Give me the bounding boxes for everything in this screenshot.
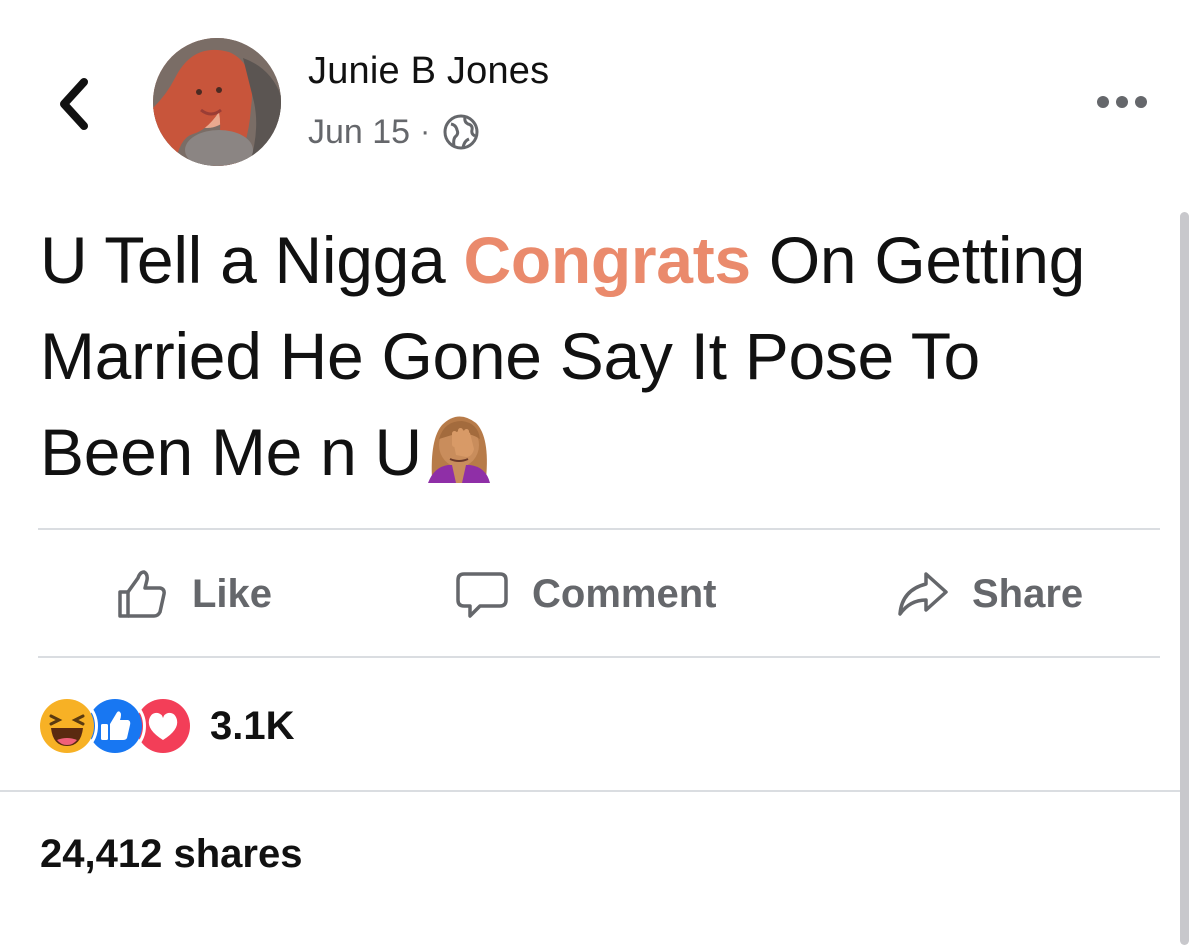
post-page: Junie B Jones Jun 15 · U Tell a Nigga Co…	[0, 0, 1199, 945]
post-date[interactable]: Jun 15	[308, 113, 410, 152]
post-text-highlight: Congrats	[463, 223, 752, 297]
woman-facepalming-icon	[427, 416, 490, 483]
like-button[interactable]: Like	[114, 532, 272, 656]
comment-icon	[456, 572, 508, 618]
comment-button[interactable]: Comment	[454, 532, 716, 656]
back-button[interactable]	[52, 76, 96, 132]
post-meta: Jun 15 ·	[308, 110, 480, 154]
chevron-left-icon	[60, 78, 88, 130]
more-options-button[interactable]	[1092, 88, 1152, 116]
divider-bottom	[38, 656, 1160, 658]
shares-count[interactable]: 24,412 shares	[40, 832, 302, 877]
meta-separator: ·	[420, 115, 431, 148]
avatar-photo	[153, 38, 281, 166]
share-label: Share	[972, 571, 1084, 616]
haha-icon	[36, 695, 98, 757]
more-horizontal-icon	[1097, 96, 1147, 108]
author-name[interactable]: Junie B Jones	[308, 50, 549, 93]
reaction-count: 3.1K	[210, 703, 295, 748]
globe-icon	[443, 114, 479, 150]
post-text-part1: U Tell a Nigga	[40, 223, 464, 297]
post-text: U Tell a Nigga Congrats On Getting Marri…	[40, 212, 1130, 500]
section-divider	[0, 790, 1180, 792]
like-label: Like	[192, 571, 273, 616]
share-button[interactable]: Share	[894, 532, 1083, 656]
avatar[interactable]	[153, 38, 281, 166]
scrollbar[interactable]	[1180, 212, 1189, 945]
divider-top	[38, 528, 1160, 530]
comment-label: Comment	[532, 571, 717, 616]
reactions-summary[interactable]: 3.1K	[36, 694, 295, 758]
action-bar: Like Comment Share	[38, 532, 1160, 656]
share-arrow-icon	[898, 572, 948, 616]
thumbs-up-icon	[118, 570, 166, 618]
